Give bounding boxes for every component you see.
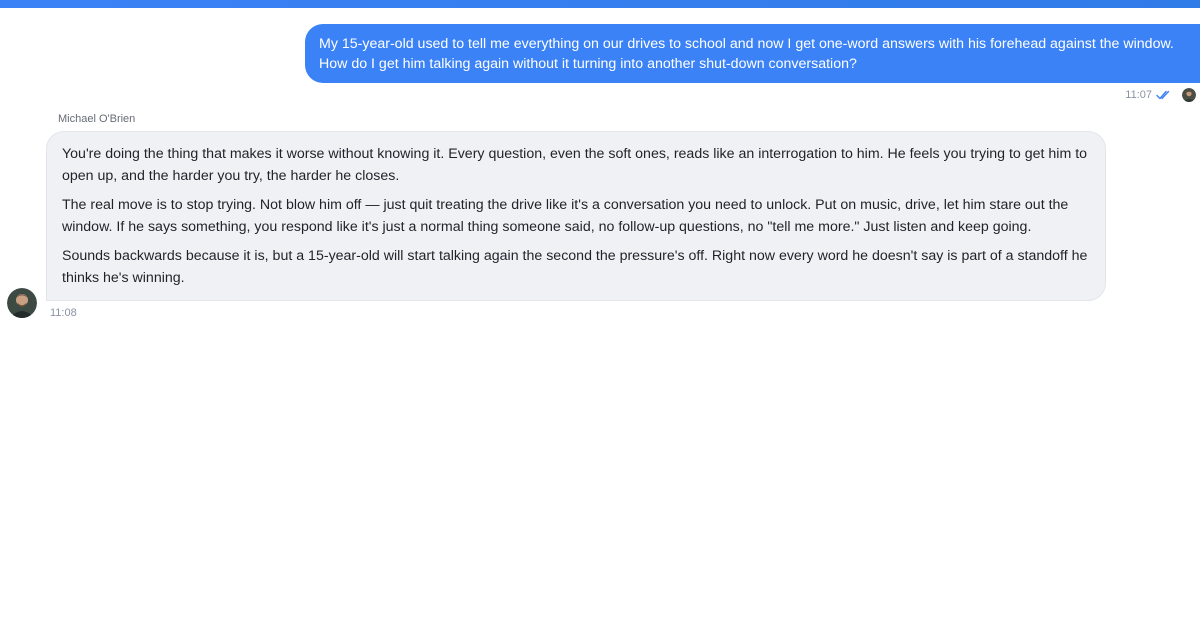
incoming-message-bubble: You're doing the thing that makes it wor… <box>46 131 1106 301</box>
outgoing-message-meta: 11:07 <box>900 88 1200 104</box>
top-accent-bar <box>0 0 1200 8</box>
outgoing-message-time: 11:07 <box>1125 89 1152 101</box>
outgoing-message-text: My 15-year-old used to tell me everythin… <box>319 36 1174 72</box>
incoming-paragraph: The real move is to stop trying. Not blo… <box>62 197 1069 235</box>
double-check-icon <box>1156 90 1170 100</box>
sender-name: Michael O'Brien <box>58 113 136 125</box>
incoming-message-time: 11:08 <box>50 307 77 319</box>
incoming-paragraph: Sounds backwards because it is, but a 15… <box>62 248 1088 286</box>
chat-thread: My 15-year-old used to tell me everythin… <box>0 8 1200 630</box>
self-avatar[interactable] <box>1182 88 1196 102</box>
outgoing-message-bubble: My 15-year-old used to tell me everythin… <box>305 24 1200 83</box>
sender-avatar[interactable] <box>7 288 37 318</box>
incoming-paragraph: You're doing the thing that makes it wor… <box>62 146 1088 184</box>
